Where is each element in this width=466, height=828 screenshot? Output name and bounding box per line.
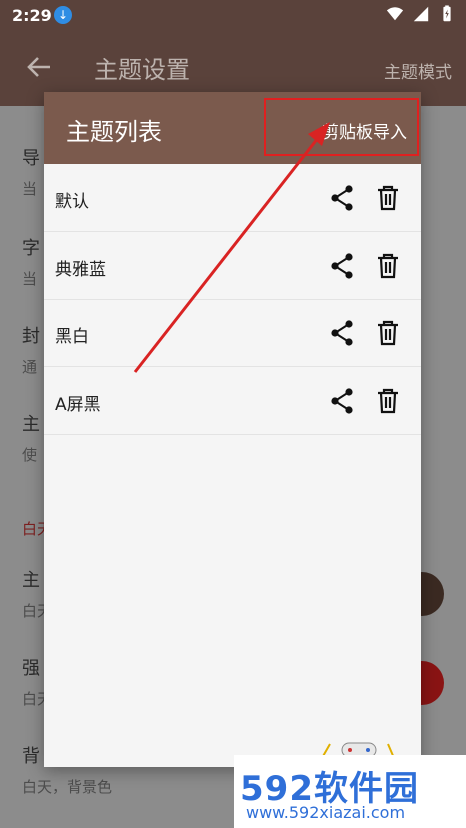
theme-name: 黑白 <box>55 327 89 347</box>
watermark-url: www.592xiazai.com <box>246 803 406 822</box>
dialog-title: 主题列表 <box>66 118 162 146</box>
download-icon: ↓ <box>54 6 72 24</box>
settings-row-subtitle: 通 <box>22 358 38 376</box>
system-icons <box>386 5 456 23</box>
theme-list-dialog: 主题列表 剪贴板导入 默认 典雅蓝 黑白 A屏黑 <box>44 92 421 767</box>
trash-icon[interactable] <box>376 185 400 211</box>
trash-icon[interactable] <box>376 320 400 346</box>
theme-row[interactable]: 典雅蓝 <box>44 232 421 300</box>
wifi-icon <box>386 7 404 21</box>
theme-name: A屏黑 <box>55 395 101 415</box>
dialog-header: 主题列表 剪贴板导入 <box>44 92 421 164</box>
settings-row-subtitle: 使 <box>22 446 38 464</box>
theme-row[interactable]: 黑白 <box>44 299 421 367</box>
battery-icon <box>443 5 451 22</box>
settings-row[interactable]: 导 当 <box>22 144 40 199</box>
status-time: 2:29 <box>12 6 52 25</box>
back-arrow-icon[interactable] <box>24 52 54 82</box>
theme-name: 典雅蓝 <box>55 260 106 280</box>
settings-row-title: 导 <box>22 148 40 169</box>
share-icon[interactable] <box>328 319 356 347</box>
settings-row[interactable]: 主 使 <box>22 410 40 465</box>
settings-row-title: 主 <box>22 414 40 435</box>
share-icon[interactable] <box>328 184 356 212</box>
share-icon[interactable] <box>328 387 356 415</box>
theme-mode-button[interactable]: 主题模式 <box>384 58 452 83</box>
settings-row-title: 封 <box>22 326 40 347</box>
settings-row-title: 字 <box>22 238 40 259</box>
highlight-box <box>264 98 419 156</box>
share-icon[interactable] <box>328 252 356 280</box>
signal-icon <box>413 6 429 22</box>
settings-row[interactable]: 字 当 <box>22 234 40 289</box>
settings-row-subtitle: 当 <box>22 270 38 288</box>
page-title: 主题设置 <box>94 56 190 84</box>
settings-row[interactable]: 封 通 <box>22 322 40 377</box>
theme-name: 默认 <box>55 192 89 212</box>
watermark: 592软件园 www.592xiazai.com <box>234 755 466 828</box>
settings-row-subtitle: 白天，背景色 <box>22 778 113 796</box>
theme-row[interactable]: 默认 <box>44 164 421 232</box>
trash-icon[interactable] <box>376 253 400 279</box>
theme-row[interactable]: A屏黑 <box>44 367 421 435</box>
status-bar: 2:29 ↓ <box>0 0 466 30</box>
settings-row-subtitle: 当 <box>22 180 38 198</box>
trash-icon[interactable] <box>376 388 400 414</box>
